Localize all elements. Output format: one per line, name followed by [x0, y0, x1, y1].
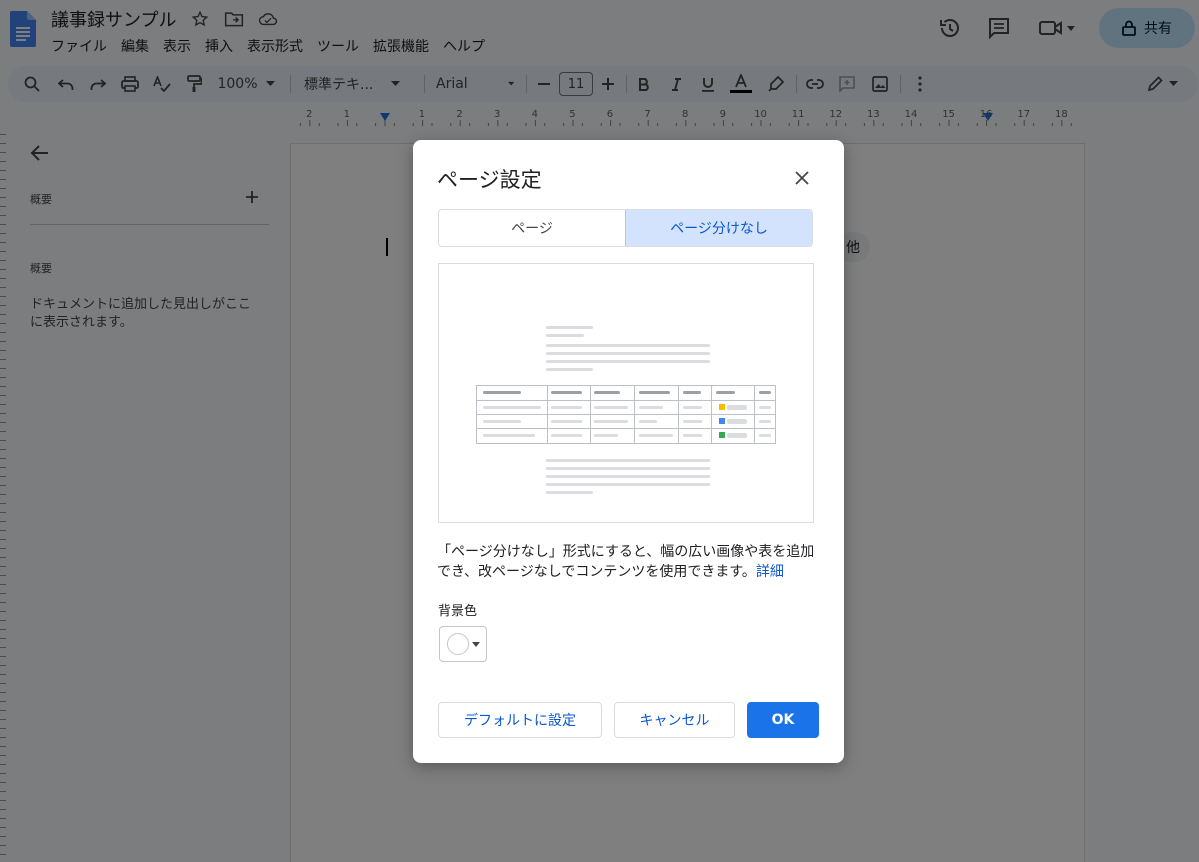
dialog-title: ページ設定: [437, 168, 542, 192]
page-setup-dialog: ページ設定 ページ ページ分けなし 「ページ分けなし」形式にすると、幅の広い画像…: [413, 140, 844, 763]
ok-button[interactable]: OK: [747, 702, 819, 738]
preview-graphic: [476, 326, 776, 494]
close-icon[interactable]: [790, 166, 814, 190]
background-color-picker[interactable]: [439, 626, 487, 662]
pageless-description: 「ページ分けなし」形式にすると、幅の広い画像や表を追加でき、改ページなしでコンテ…: [437, 542, 821, 582]
tab-pageless[interactable]: ページ分けなし: [625, 210, 812, 246]
color-swatch: [446, 633, 469, 655]
pageless-preview-illustration: [438, 263, 814, 523]
tab-pages[interactable]: ページ: [439, 210, 625, 246]
learn-more-link[interactable]: 詳細: [756, 564, 784, 580]
background-color-label: 背景色: [438, 604, 478, 619]
cancel-button[interactable]: キャンセル: [614, 702, 735, 738]
chevron-down-icon: [471, 641, 480, 647]
page-format-tabs: ページ ページ分けなし: [438, 209, 813, 247]
set-as-default-button[interactable]: デフォルトに設定: [438, 702, 602, 738]
